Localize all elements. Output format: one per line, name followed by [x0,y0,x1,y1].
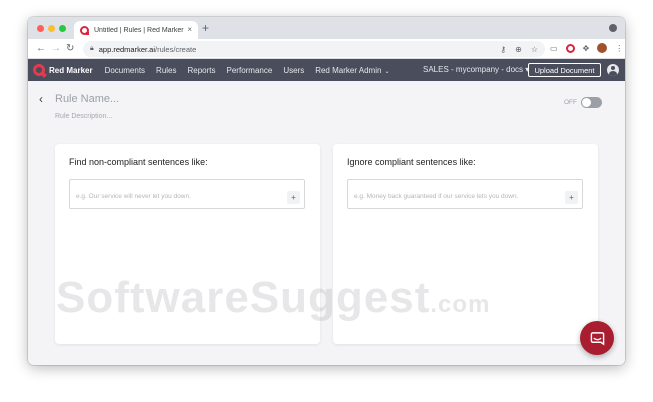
tab-title: Untitled | Rules | Red Marker [94,26,184,34]
chevron-down-icon: ⌄ [384,68,390,75]
nav-admin-dropdown[interactable]: Red Marker Admin ⌄ [315,66,389,75]
rule-name-input[interactable]: Rule Name... [55,93,119,105]
lock-icon: 🔒︎ [90,45,94,52]
star-icon[interactable]: ☆ [531,45,538,54]
minimize-window-button[interactable] [48,25,55,32]
new-tab-button[interactable]: + [202,22,209,34]
add-compliant-button[interactable]: + [565,191,578,204]
compliant-title: Ignore compliant sentences like: [347,157,476,167]
user-account-icon[interactable] [607,64,619,76]
noncompliant-sentence-input[interactable]: e.g. Our service will never let you down… [69,179,305,209]
omnibox-icons: ⚷ ⊕ ☆ [500,45,538,54]
url-path: /rules/create [155,44,197,54]
watermark-main: SoftwareSuggest [56,273,431,322]
toggle-knob [582,98,591,107]
address-bar[interactable]: 🔒︎ app.redmarker.ai/rules/create ⚷ ⊕ ☆ [83,41,545,57]
rule-create-page: ‹ Rule Name... Rule Description... OFF F… [28,81,625,365]
tab-close-icon[interactable]: × [187,26,192,34]
nav-users[interactable]: Users [283,66,304,75]
nav-reports[interactable]: Reports [188,66,216,75]
back-chevron-icon[interactable]: ‹ [39,93,43,105]
zoom-icon[interactable]: ⊕ [515,45,522,54]
compliant-sentence-input[interactable]: e.g. Money back guaranteed if our servic… [347,179,583,209]
nav-rules[interactable]: Rules [156,66,176,75]
app-navbar: Red Marker Documents Rules Reports Perfo… [28,59,625,81]
red-marker-extension-icon[interactable] [565,43,575,53]
extension-bar: ▭ ✥ ⋮ [550,43,623,53]
brand-name[interactable]: Red Marker [49,66,93,75]
more-icon[interactable]: ⋮ [615,44,623,53]
add-noncompliant-button[interactable]: + [287,191,300,204]
url-text: app.redmarker.ai/rules/create [99,45,197,54]
red-marker-logo-icon[interactable] [33,64,45,76]
watermark-suffix: .com [430,291,491,318]
back-arrow-icon[interactable]: ← [36,42,46,56]
upload-document-button[interactable]: Upload Document [528,63,601,77]
chat-icon [590,331,604,345]
forward-arrow-icon[interactable]: → [51,42,61,56]
tab-strip: Untitled | Rules | Red Marker × + [28,17,625,39]
nav-admin-label: Red Marker Admin [315,65,382,75]
chat-widget-button[interactable] [580,321,614,355]
browser-toolbar: ← → ↻ 🔒︎ app.redmarker.ai/rules/create ⚷… [28,39,625,59]
reload-icon[interactable]: ↻ [66,42,74,56]
noncompliant-title: Find non-compliant sentences like: [69,157,208,167]
watermark: SoftwareSuggest.com [56,276,490,320]
maximize-window-button[interactable] [59,25,66,32]
browser-tab[interactable]: Untitled | Rules | Red Marker × [74,21,198,39]
rule-enabled-toggle[interactable] [581,97,602,108]
close-window-button[interactable] [37,25,44,32]
nav-documents[interactable]: Documents [105,66,145,75]
profile-icon[interactable] [597,43,608,53]
url-host: app.redmarker.ai [98,44,156,54]
rule-description-input[interactable]: Rule Description... [55,113,112,120]
compliant-placeholder: e.g. Money back guaranteed if our servic… [354,193,519,200]
tab-search-icon[interactable] [609,24,617,32]
red-marker-favicon-icon [80,25,89,35]
nav-performance[interactable]: Performance [227,66,273,75]
noncompliant-placeholder: e.g. Our service will never let you down… [76,193,191,200]
cast-icon[interactable]: ▭ [550,44,558,53]
key-icon[interactable]: ⚷ [500,45,506,54]
toggle-label: OFF [564,99,577,106]
extension-icon[interactable]: ✥ [583,44,590,53]
org-label: SALES - mycompany - docs [423,65,524,74]
org-selector[interactable]: SALES - mycompany - docs ▾ [423,65,529,74]
